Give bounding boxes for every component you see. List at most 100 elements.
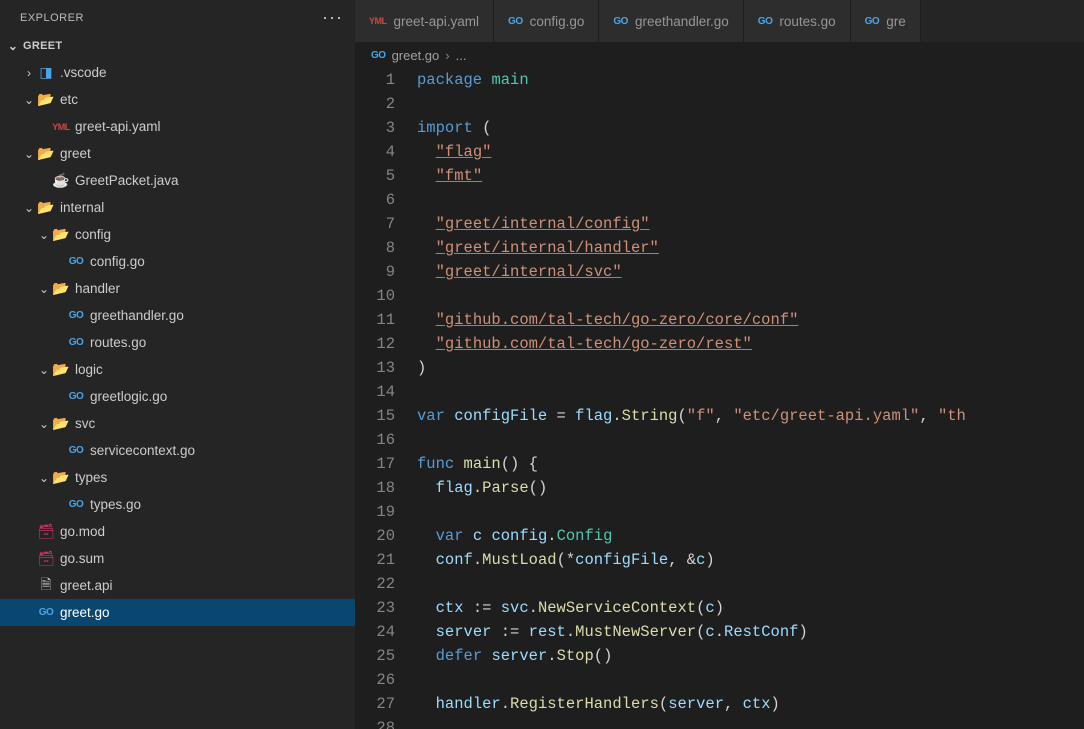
tree-item-label: etc xyxy=(60,92,78,107)
project-header[interactable]: ⌄ GREET xyxy=(0,35,355,57)
tree-item-label: greet.api xyxy=(60,578,113,593)
tree-item-label: .vscode xyxy=(60,65,107,80)
tree-item-routes-go[interactable]: GOroutes.go xyxy=(0,329,355,356)
go-icon: GO xyxy=(67,310,85,321)
project-name: GREET xyxy=(23,40,62,52)
chevron-down-icon: ⌄ xyxy=(36,417,52,431)
yaml-icon: YML xyxy=(369,16,387,26)
tree-item-label: servicecontext.go xyxy=(90,443,195,458)
tab-label: config.go xyxy=(530,14,585,29)
go-icon: GO xyxy=(758,16,773,27)
chevron-down-icon: ⌄ xyxy=(5,39,21,53)
tree-item-label: greet xyxy=(60,146,91,161)
tree-item-types-go[interactable]: GO types.go xyxy=(0,491,355,518)
mod-icon: 🗃 xyxy=(37,550,55,567)
tab-label: greethandler.go xyxy=(635,14,729,29)
tree-item-internal[interactable]: ⌄📂 internal xyxy=(0,194,355,221)
tree-item-label: greethandler.go xyxy=(90,308,184,323)
tree-item-label: internal xyxy=(60,200,104,215)
folder-icon: 📂 xyxy=(52,226,70,243)
chevron-right-icon: › xyxy=(445,48,449,63)
tree-item-etc[interactable]: ⌄📂etc xyxy=(0,86,355,113)
tab-1[interactable]: GOconfig.go xyxy=(494,0,599,42)
tab-0[interactable]: YML greet-api.yaml xyxy=(355,0,494,42)
tree-item-greet-api-yaml[interactable]: YML greet-api.yaml xyxy=(0,113,355,140)
tree-item-label: svc xyxy=(75,416,95,431)
java-icon: ☕ xyxy=(52,172,70,189)
tree-item-greet-go[interactable]: GO greet.go xyxy=(0,599,355,626)
go-icon: GO xyxy=(613,16,628,27)
tree-item-label: config xyxy=(75,227,111,242)
go-icon: GO xyxy=(67,256,85,267)
tree-item-label: greet-api.yaml xyxy=(75,119,161,134)
tree-item-logic-folder[interactable]: ⌄📂logic xyxy=(0,356,355,383)
folder-icon: 📂 xyxy=(52,415,70,432)
folder-icon: 📂 xyxy=(37,199,55,216)
tab-label: routes.go xyxy=(779,14,835,29)
tree-item-config-folder[interactable]: ⌄📂 config xyxy=(0,221,355,248)
folder-icon: 📂 xyxy=(52,469,70,486)
folder-icon: 📂 xyxy=(52,361,70,378)
go-icon: GO xyxy=(67,445,85,456)
tree-item-greet-api[interactable]: 🗎 greet.api xyxy=(0,572,355,599)
mod-icon: 🗃 xyxy=(37,523,55,540)
tree-item-go-mod[interactable]: 🗃 go.mod xyxy=(0,518,355,545)
tab-3[interactable]: GO routes.go xyxy=(744,0,851,42)
editor-area: YMLgreet-api.yamlGOconfig.goGOgreethandl… xyxy=(355,0,1084,729)
tree-item-label: GreetPacket.java xyxy=(75,173,179,188)
tree-item-handler-folder[interactable]: ⌄📂 handler xyxy=(0,275,355,302)
tab-bar: YMLgreet-api.yamlGOconfig.goGOgreethandl… xyxy=(355,0,1084,42)
breadcrumb-more: ... xyxy=(456,48,467,63)
go-icon: GO xyxy=(67,499,85,510)
go-icon: GO xyxy=(37,607,55,618)
chevron-down-icon: ⌄ xyxy=(36,471,52,485)
tab-label: greet-api.yaml xyxy=(394,14,480,29)
tab-2[interactable]: GO greethandler.go xyxy=(599,0,743,42)
tree-item-greet-folder[interactable]: ⌄📂 greet xyxy=(0,140,355,167)
chevron-down-icon: ⌄ xyxy=(21,93,37,107)
folder-icon: 📂 xyxy=(37,145,55,162)
line-gutter: 1234567891011121314151617181920212223242… xyxy=(355,68,417,729)
tree-item-svc-folder[interactable]: ⌄📂 svc xyxy=(0,410,355,437)
tree-item-greetlogic-go[interactable]: GO greetlogic.go xyxy=(0,383,355,410)
tree-item-types-folder[interactable]: ⌄📂 types xyxy=(0,464,355,491)
tree-item-label: go.mod xyxy=(60,524,105,539)
go-icon: GO xyxy=(371,50,386,61)
tree-item-config-go[interactable]: GO config.go xyxy=(0,248,355,275)
file-icon: 🗎 xyxy=(37,574,55,598)
tree-item-go-sum[interactable]: 🗃 go.sum xyxy=(0,545,355,572)
tree-item-label: go.sum xyxy=(60,551,104,566)
tree-item-label: logic xyxy=(75,362,103,377)
tree-item-label: types xyxy=(75,470,107,485)
chevron-down-icon: ⌄ xyxy=(36,228,52,242)
go-icon: GO xyxy=(67,337,85,348)
tree-item-servicecontext-go[interactable]: GO servicecontext.go xyxy=(0,437,355,464)
tree-item-label: types.go xyxy=(90,497,141,512)
chevron-down-icon: ⌄ xyxy=(36,282,52,296)
tree-item-greetpacket[interactable]: ☕ GreetPacket.java xyxy=(0,167,355,194)
file-tree: ›◨.vscode⌄📂etcYMLgreet-api.yaml⌄📂greet☕G… xyxy=(0,57,355,628)
yaml-icon: YML xyxy=(52,122,70,132)
tree-item-greethandler-go[interactable]: GO greethandler.go xyxy=(0,302,355,329)
folder-icon: 📂 xyxy=(52,280,70,297)
code-content[interactable]: package main import ( "flag" "fmt" "gree… xyxy=(417,68,1084,729)
breadcrumb-file: greet.go xyxy=(392,48,440,63)
tree-item-label: greetlogic.go xyxy=(90,389,167,404)
go-icon: GO xyxy=(67,391,85,402)
tab-4[interactable]: GO gre xyxy=(851,0,921,42)
tab-label: gre xyxy=(886,14,906,29)
explorer-sidebar: EXPLORER ··· ⌄ GREET ›◨.vscode⌄📂etcYMLgr… xyxy=(0,0,355,729)
breadcrumb[interactable]: GO greet.go › ... xyxy=(355,42,1084,68)
explorer-title: EXPLORER xyxy=(20,12,84,24)
tree-item-label: greet.go xyxy=(60,605,110,620)
explorer-more-icon[interactable]: ··· xyxy=(322,7,343,28)
vscode-icon: ◨ xyxy=(37,64,55,81)
chevron-down-icon: ⌄ xyxy=(21,147,37,161)
go-icon: GO xyxy=(865,16,880,27)
explorer-header: EXPLORER ··· xyxy=(0,0,355,35)
code-area: 1234567891011121314151617181920212223242… xyxy=(355,68,1084,729)
tree-item-label: handler xyxy=(75,281,120,296)
tree-item-label: config.go xyxy=(90,254,145,269)
tree-item-vscode[interactable]: ›◨.vscode xyxy=(0,59,355,86)
chevron-down-icon: ⌄ xyxy=(21,201,37,215)
